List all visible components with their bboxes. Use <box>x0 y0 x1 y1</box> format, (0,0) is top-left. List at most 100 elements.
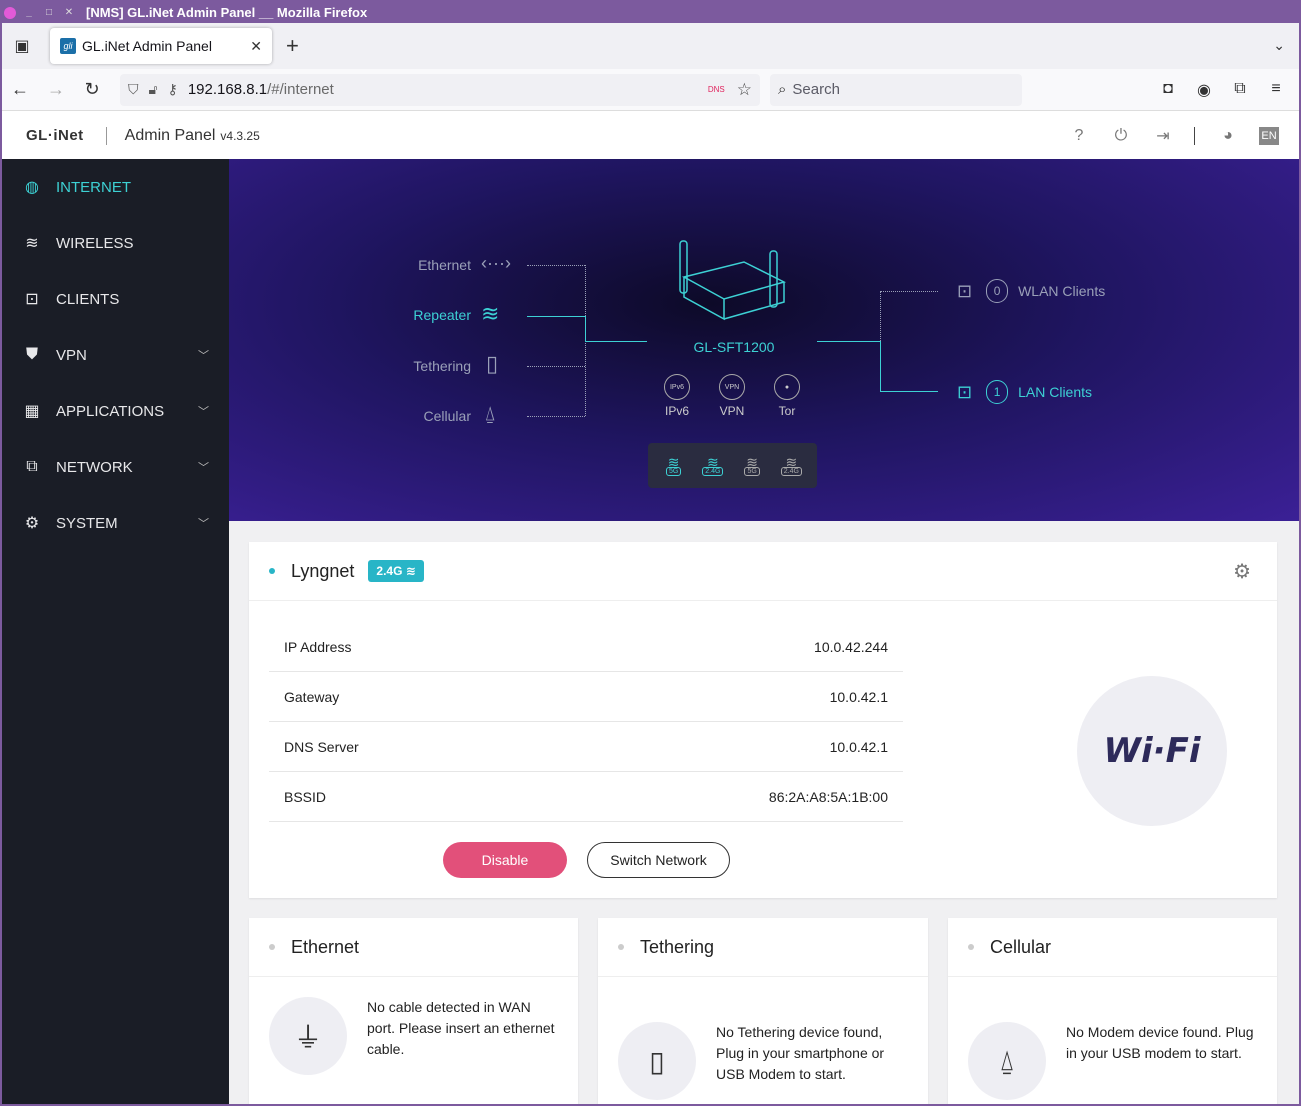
info-key: BSSID <box>284 788 327 805</box>
sidebar-item-clients[interactable]: ⊡ CLIENTS <box>2 271 229 327</box>
bookmark-star-icon[interactable]: ☆ <box>737 80 752 100</box>
router-name[interactable]: GL-SFT1200 <box>674 339 794 355</box>
toolbar-icons: ◘ ◉ ⧉ ≡ <box>1157 80 1287 100</box>
info-row-dns: DNS Server 10.0.42.1 <box>269 722 903 772</box>
tethering-card-header: Tethering <box>598 918 928 977</box>
connector-line <box>880 291 938 292</box>
account-icon[interactable]: ◉ <box>1193 80 1215 100</box>
cellular-tower-icon[interactable]: ⍙ <box>484 403 496 426</box>
ethernet-card-body: ⏚ No cable detected in WAN port. Please … <box>249 977 578 1097</box>
power-icon[interactable]: ⏻ <box>1112 127 1130 145</box>
wlan-label: WLAN Clients <box>1018 283 1106 299</box>
sidebar-item-wireless[interactable]: ≋ WIRELESS <box>2 215 229 271</box>
close-window-icon[interactable]: ✕ <box>62 6 76 20</box>
header-divider <box>105 126 107 145</box>
pocket-icon[interactable]: ◘ <box>1157 80 1179 100</box>
back-icon[interactable]: ← <box>2 79 38 100</box>
disable-button[interactable]: Disable <box>443 842 567 878</box>
wlan-device-icon: ⊡ <box>957 280 973 301</box>
ethernet-message: No cable detected in WAN port. Please in… <box>367 999 555 1057</box>
cellular-card-body: ⍙ No Modem device found. Plug in your US… <box>948 977 1277 1100</box>
connector-line-active <box>585 316 586 341</box>
info-key: IP Address <box>284 638 352 655</box>
band-5g-main[interactable]: ≋ 5G <box>661 455 687 476</box>
sidebar-item-label: WIRELESS <box>56 234 134 252</box>
sidebar-item-applications[interactable]: ▦ APPLICATIONS ﹀ <box>2 383 229 439</box>
menu-icon[interactable]: ≡ <box>1265 80 1287 100</box>
wlan-clients[interactable]: ⊡ 0 WLAN Clients <box>957 279 1105 303</box>
browser-window: _ □ ✕ [NMS] GL.iNet Admin Panel __ Mozil… <box>2 2 1299 1104</box>
wlan-count: 0 <box>986 279 1009 303</box>
status-dot <box>269 568 275 574</box>
connector-line-active <box>880 391 938 392</box>
ethernet-icon[interactable]: ‹···› <box>481 253 511 274</box>
new-tab-icon[interactable]: + <box>286 33 299 59</box>
wan-ethernet-label[interactable]: Ethernet <box>321 257 471 273</box>
sidebar-item-vpn[interactable]: ⛊ VPN ﹀ <box>2 327 229 383</box>
forward-icon[interactable]: → <box>38 79 74 100</box>
sidebar-item-network[interactable]: ⧉ NETWORK ﹀ <box>2 439 229 495</box>
wan-cellular-label[interactable]: Cellular <box>321 408 471 424</box>
sidebar-item-system[interactable]: ⚙ SYSTEM ﹀ <box>2 495 229 551</box>
sidebar-item-label: NETWORK <box>56 458 133 476</box>
sidebar-item-internet[interactable]: ◍ INTERNET <box>2 159 229 215</box>
wifi-icon[interactable]: ≋ <box>481 301 499 327</box>
wan-tethering-label[interactable]: Tethering <box>321 358 471 374</box>
dns-badge[interactable]: DNS <box>708 85 725 94</box>
chevron-down-icon: ﹀ <box>198 518 209 530</box>
tab-overview-icon[interactable]: ▣ <box>2 36 42 56</box>
close-tab-icon[interactable]: ✕ <box>250 38 262 55</box>
phone-icon[interactable]: ▯ <box>486 351 498 377</box>
url-bar[interactable]: ⛉ 🔓︎ ⚷ 192.168.8.1/#/internet DNS ☆ <box>120 73 760 106</box>
wifi-bands: ≋ 5G ≋ 2.4G ≋ 5G ≋ 2.4G <box>648 443 817 488</box>
shield-tracking-icon[interactable]: ⛉ <box>128 81 139 98</box>
switch-network-button[interactable]: Switch Network <box>587 842 730 878</box>
theme-palette-icon[interactable]: ◕ <box>1219 127 1237 145</box>
tor-feature[interactable]: ● Tor <box>767 374 807 418</box>
sidebar-item-label: APPLICATIONS <box>56 402 165 420</box>
gear-icon[interactable]: ⚙ <box>1233 559 1251 584</box>
lan-clients[interactable]: ⊡ 1 LAN Clients <box>957 380 1092 404</box>
band-5g-guest[interactable]: ≋ 5G <box>739 455 765 476</box>
connected-ssid: Lyngnet <box>291 560 355 581</box>
window-titlebar: _ □ ✕ [NMS] GL.iNet Admin Panel __ Mozil… <box>2 2 1299 23</box>
info-value: 10.0.42.1 <box>829 688 888 705</box>
wifi-alliance-logo: Wi·Fi <box>1103 731 1201 771</box>
tab-title: GL.iNet Admin Panel <box>82 38 212 54</box>
list-tabs-icon[interactable]: ⌄ <box>1273 37 1285 54</box>
glinet-logo[interactable]: GL·iNet <box>26 127 84 144</box>
ethernet-plug-icon: ⏚ <box>269 997 347 1075</box>
header-actions: ? ⏻ ⇥ ◕ EN <box>1046 126 1279 145</box>
connector-line-active <box>585 341 647 342</box>
vpn-feature[interactable]: VPN VPN <box>712 374 752 418</box>
network-icon: ⧉ <box>26 458 38 475</box>
wan-repeater-label[interactable]: Repeater <box>321 307 471 323</box>
status-dot <box>269 944 275 950</box>
search-bar[interactable]: ⌕ Search <box>770 73 1022 106</box>
info-value: 10.0.42.1 <box>829 738 888 755</box>
maximize-icon[interactable]: □ <box>42 6 56 20</box>
insecure-lock-icon[interactable]: 🔓︎ <box>149 81 158 98</box>
repeater-card-header: Lyngnet 2.4G ≋ ⚙ <box>249 542 1277 601</box>
card-title: Tethering <box>640 936 715 957</box>
extensions-icon[interactable]: ⧉ <box>1229 80 1251 100</box>
status-dot <box>968 944 974 950</box>
help-icon[interactable]: ? <box>1070 127 1088 145</box>
minimize-icon[interactable]: _ <box>22 6 36 20</box>
apps-icon: ▦ <box>24 403 40 420</box>
connector-line-active <box>527 316 585 317</box>
wifi-icon: ≋ <box>405 564 416 578</box>
reload-icon[interactable]: ↻ <box>74 79 110 100</box>
main-content: Ethernet ‹···› Repeater ≋ Tethering ▯ Ce… <box>229 159 1299 1104</box>
band-24g-main[interactable]: ≋ 2.4G <box>700 455 726 476</box>
ipv6-feature[interactable]: IPv6 IPv6 <box>657 374 697 418</box>
key-icon[interactable]: ⚷ <box>168 81 178 98</box>
language-button[interactable]: EN <box>1259 126 1279 145</box>
browser-tab[interactable]: gli GL.iNet Admin Panel ✕ <box>50 28 272 64</box>
repeater-card: Lyngnet 2.4G ≋ ⚙ IP Address 10.0.42.244 … <box>249 542 1277 898</box>
url-text[interactable]: 192.168.8.1/#/internet <box>188 81 708 98</box>
info-row-ip: IP Address 10.0.42.244 <box>269 622 903 672</box>
band-24g-guest[interactable]: ≋ 2.4G <box>778 455 804 476</box>
band-label: 2.4G <box>702 467 724 476</box>
logout-icon[interactable]: ⇥ <box>1154 127 1172 145</box>
